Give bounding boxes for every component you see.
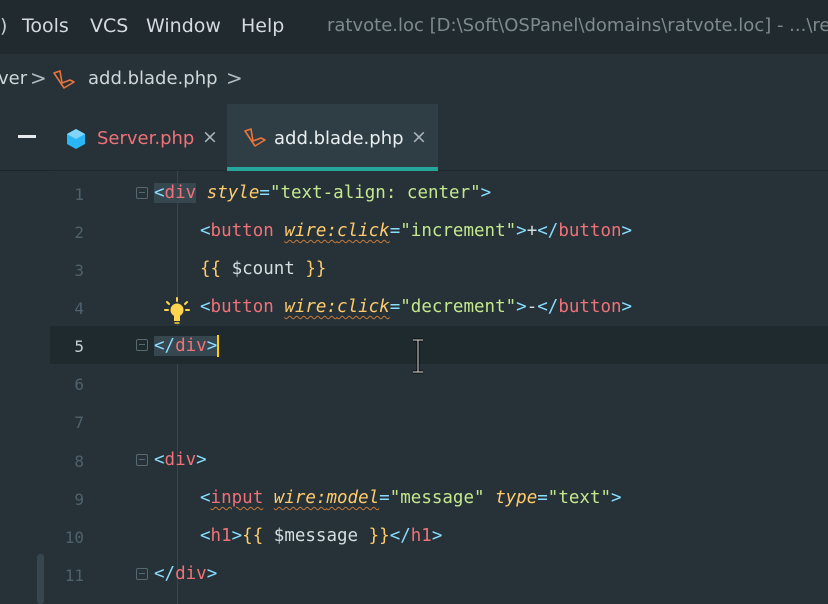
line-number: 6 [74, 375, 84, 394]
code-line[interactable]: 2 <button wire:click="increment">+</butt… [50, 212, 828, 250]
menu-bar: ) Tools VCS Window Help ratvote.loc [D:\… [0, 0, 828, 54]
text-cursor-icon [413, 338, 423, 374]
breadcrumb: ver > add.blade.php > [0, 54, 828, 104]
menu-item-vcs[interactable]: VCS [90, 15, 128, 37]
code-line[interactable]: 1 <div style="text-align: center"> [50, 174, 828, 212]
php-file-icon [67, 129, 85, 149]
code-text: </div> [154, 564, 218, 584]
project-panel-edge [0, 104, 50, 604]
code-line[interactable]: 9 <input wire:model="message" type="text… [50, 479, 828, 517]
fold-icon[interactable] [136, 454, 148, 466]
minimize-icon[interactable] [18, 135, 36, 138]
menu-item-window[interactable]: Window [146, 15, 221, 37]
line-number: 9 [74, 490, 84, 509]
laravel-blade-icon [244, 128, 266, 147]
fold-icon[interactable] [136, 187, 148, 199]
code-text: <div> [154, 450, 207, 470]
code-line[interactable]: 3 {{ $count }} [50, 250, 828, 288]
code-text: </div> [154, 335, 220, 357]
line-number: 3 [74, 261, 84, 280]
menu-item-tools[interactable]: Tools [22, 15, 69, 37]
editor-tab-bar: Server.php × add.blade.php × [50, 104, 828, 171]
menu-item-help[interactable]: Help [241, 15, 284, 37]
close-icon[interactable]: × [202, 126, 218, 148]
breadcrumb-separator: > [226, 66, 243, 90]
code-editor[interactable]: 1 <div style="text-align: center"> 2 <bu… [50, 171, 828, 604]
code-text: {{ $count }} [200, 259, 327, 279]
line-number: 5 [74, 337, 84, 356]
line-number: 1 [74, 185, 84, 204]
line-number: 7 [74, 413, 84, 432]
panel-scrollbar[interactable] [37, 554, 44, 604]
fold-icon[interactable] [136, 568, 148, 580]
code-line[interactable]: 11 </div> [50, 555, 828, 593]
code-line[interactable]: 10 <h1>{{ $message }}</h1> [50, 517, 828, 555]
breadcrumb-separator: > [30, 66, 47, 90]
close-icon[interactable]: × [411, 126, 427, 148]
fold-icon[interactable] [136, 339, 148, 351]
code-line[interactable]: 6 [50, 364, 828, 402]
line-number: 4 [74, 299, 84, 318]
tab-label: Server.php [97, 128, 195, 149]
panel-divider [0, 170, 50, 171]
code-text: <button wire:click="decrement">-</button… [200, 297, 633, 317]
code-text: <div style="text-align: center"> [154, 183, 492, 203]
tab-label: add.blade.php [274, 128, 404, 149]
code-line[interactable]: 7 [50, 402, 828, 440]
code-line-current[interactable]: 5 </div> [50, 326, 828, 364]
line-number: 10 [64, 528, 84, 547]
laravel-blade-icon [53, 70, 75, 89]
tab-add-blade-php[interactable]: add.blade.php × [227, 104, 438, 171]
window-title: ratvote.loc [D:\Soft\OSPanel\domains\rat… [327, 15, 828, 36]
code-text: <input wire:model="message" type="text"> [200, 488, 622, 508]
line-number: 8 [74, 452, 84, 471]
text-caret [217, 335, 220, 357]
menu-item-cut[interactable]: ) [0, 15, 7, 37]
breadcrumb-item-file[interactable]: add.blade.php [88, 68, 218, 89]
tab-server-php[interactable]: Server.php × [50, 104, 227, 170]
code-text: <button wire:click="increment">+</button… [200, 221, 633, 241]
line-number: 2 [74, 223, 84, 242]
breadcrumb-item-folder[interactable]: ver [0, 68, 27, 89]
lightbulb-icon[interactable] [164, 297, 190, 325]
code-text: <h1>{{ $message }}</h1> [200, 526, 443, 546]
code-line[interactable]: 8 <div> [50, 441, 828, 479]
line-number: 11 [64, 566, 84, 585]
